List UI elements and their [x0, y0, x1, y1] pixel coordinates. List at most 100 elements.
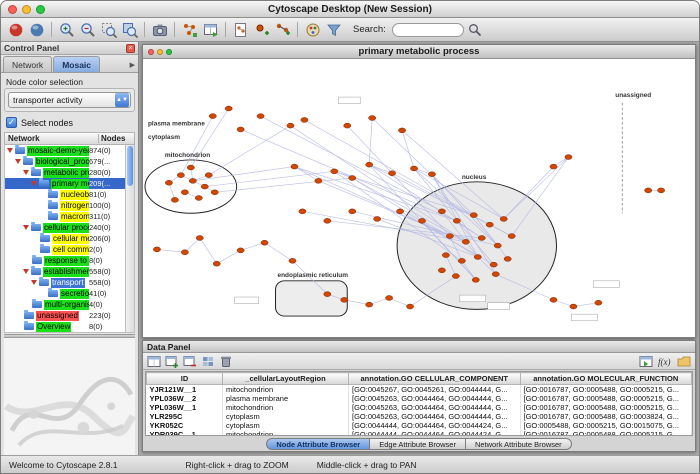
- window-titlebar[interactable]: Cytoscape Desktop (New Session): [1, 1, 699, 18]
- graph-node[interactable]: [189, 178, 196, 183]
- create-attribute-icon[interactable]: [164, 354, 180, 369]
- graph-node[interactable]: [225, 106, 232, 111]
- tree-scrollbar[interactable]: [125, 145, 134, 332]
- tree-item[interactable]: mosaic-demo-yeast874(0): [5, 145, 125, 156]
- graph-node[interactable]: [369, 116, 376, 121]
- expand-triangle-icon[interactable]: [31, 181, 37, 186]
- snapshot-icon[interactable]: [150, 20, 169, 39]
- graph-node[interactable]: [349, 209, 356, 214]
- graph-node[interactable]: [153, 247, 160, 252]
- graph-node[interactable]: [500, 216, 507, 221]
- graph-node[interactable]: [490, 262, 497, 267]
- graph-node[interactable]: [550, 164, 557, 169]
- graph-node[interactable]: [331, 169, 338, 174]
- tab-network-attribute-browser[interactable]: Network Attribute Browser: [466, 438, 572, 450]
- expand-triangle-icon[interactable]: [15, 159, 21, 164]
- graph-node[interactable]: [196, 236, 203, 241]
- network-frame-titlebar[interactable]: primary metabolic process: [143, 45, 695, 59]
- nodes-column-header[interactable]: Nodes: [98, 134, 134, 143]
- tree-item[interactable]: primary metabo...209(...: [5, 178, 125, 189]
- graph-node[interactable]: [341, 297, 348, 302]
- blue-sphere-icon[interactable]: [27, 20, 46, 39]
- expand-triangle-icon[interactable]: [23, 269, 29, 274]
- tree-item[interactable]: transport558(0): [5, 277, 125, 288]
- search-input[interactable]: [398, 24, 458, 36]
- expand-triangle-icon[interactable]: [23, 225, 29, 230]
- graph-node[interactable]: [349, 176, 356, 181]
- tree-item[interactable]: cell communica...2(0): [5, 244, 125, 255]
- graph-node[interactable]: [462, 239, 469, 244]
- tree-item[interactable]: Overview8(0): [5, 321, 125, 332]
- graph-node[interactable]: [181, 250, 188, 255]
- graph-node[interactable]: [410, 166, 417, 171]
- expand-triangle-icon[interactable]: [7, 148, 13, 153]
- tab-scroll-right-icon[interactable]: ▶: [130, 61, 135, 69]
- graph-node[interactable]: [211, 190, 218, 195]
- graph-node[interactable]: [299, 209, 306, 214]
- network-canvas[interactable]: plasma membranecytoplasmmitochondrionnuc…: [143, 59, 695, 337]
- graph-node[interactable]: [344, 123, 351, 128]
- tree-item[interactable]: multi-organism pr...4(0): [5, 299, 125, 310]
- graph-node[interactable]: [237, 248, 244, 253]
- search-icon[interactable]: [466, 20, 485, 39]
- add-node-icon[interactable]: [252, 20, 271, 39]
- graph-node[interactable]: [550, 297, 557, 302]
- tab-edge-attribute-browser[interactable]: Edge Attribute Browser: [370, 438, 466, 450]
- graph-node[interactable]: [289, 258, 296, 263]
- graph-node[interactable]: [237, 127, 244, 132]
- graph-node[interactable]: [374, 216, 381, 221]
- graph-node[interactable]: [195, 196, 202, 201]
- tree-item[interactable]: secretion41(0): [5, 288, 125, 299]
- graph-node[interactable]: [504, 256, 511, 261]
- table-row[interactable]: YPL036W__2plasma membrane[GO:0045263, GO…: [147, 394, 692, 403]
- select-nodes-checkbox[interactable]: ✓: [6, 117, 17, 128]
- graph-node[interactable]: [452, 274, 459, 279]
- tree-item[interactable]: cellular process240(0): [5, 222, 125, 233]
- graph-node[interactable]: [205, 173, 212, 178]
- graph-node[interactable]: [315, 178, 322, 183]
- expand-triangle-icon[interactable]: [23, 170, 29, 175]
- folder-icon[interactable]: [676, 354, 692, 369]
- filter-icon[interactable]: [324, 20, 343, 39]
- tab-network[interactable]: Network: [3, 56, 52, 72]
- graph-node[interactable]: [396, 209, 403, 214]
- graph-node[interactable]: [470, 213, 477, 218]
- graph-node[interactable]: [458, 258, 465, 263]
- graph-node[interactable]: [474, 255, 481, 260]
- graph-node[interactable]: [386, 295, 393, 300]
- graph-node[interactable]: [366, 302, 373, 307]
- zoom-selected-icon[interactable]: [99, 20, 118, 39]
- data-panel-titlebar[interactable]: Data Panel: [143, 341, 695, 353]
- delete-attribute-icon[interactable]: [182, 354, 198, 369]
- column-header[interactable]: ID: [147, 373, 223, 385]
- tree-item[interactable]: metabolic process280(0): [5, 167, 125, 178]
- graph-node[interactable]: [301, 117, 308, 122]
- graph-node[interactable]: [508, 234, 515, 239]
- graph-node[interactable]: [181, 190, 188, 195]
- new-network-icon[interactable]: [231, 20, 250, 39]
- expand-triangle-icon[interactable]: [31, 280, 37, 285]
- graph-node[interactable]: [389, 171, 396, 176]
- zoom-in-icon[interactable]: [57, 20, 76, 39]
- table-row[interactable]: YDR039C__1mitochondrion[GO:0044444, GO:0…: [147, 430, 692, 436]
- graph-node[interactable]: [492, 272, 499, 277]
- column-header[interactable]: _cellularLayoutRegion: [223, 373, 349, 385]
- trash-icon[interactable]: [218, 354, 234, 369]
- tree-item[interactable]: unassigned223(0): [5, 310, 125, 321]
- graph-node[interactable]: [645, 188, 652, 193]
- formula-icon[interactable]: f(x): [656, 354, 674, 369]
- graph-node[interactable]: [324, 292, 331, 297]
- scrollbar-thumb[interactable]: [127, 146, 133, 186]
- graph-node[interactable]: [209, 114, 216, 119]
- graph-node[interactable]: [406, 304, 413, 309]
- graph-node[interactable]: [398, 128, 405, 133]
- tree-item[interactable]: macromolecule...311(0): [5, 211, 125, 222]
- import-table-icon[interactable]: [201, 20, 220, 39]
- red-sphere-icon[interactable]: [6, 20, 25, 39]
- graph-node[interactable]: [472, 277, 479, 282]
- graph-node[interactable]: [177, 173, 184, 178]
- zoom-fit-icon[interactable]: [120, 20, 139, 39]
- table-row[interactable]: YLR295Ccytoplasm[GO:0045263, GO:0044464,…: [147, 412, 692, 421]
- table-row[interactable]: YJR121W__1mitochondrion[GO:0045267, GO:0…: [147, 385, 692, 395]
- graph-node[interactable]: [478, 236, 485, 241]
